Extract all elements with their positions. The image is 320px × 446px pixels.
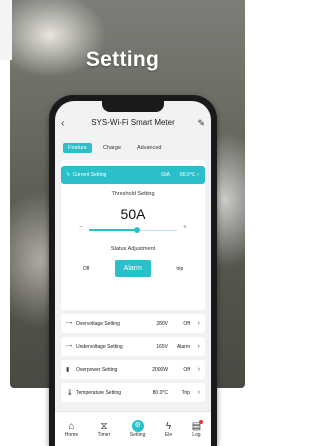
list-item-overvoltage[interactable]: ⤏ Overvoltage Setting 280V Off › xyxy=(61,314,205,333)
notification-dot xyxy=(199,419,204,424)
status-trip-button[interactable]: trip xyxy=(170,263,189,275)
row-label: Temperature Setting xyxy=(76,389,122,396)
plus-icon[interactable]: + xyxy=(183,224,187,231)
tab-charge[interactable]: Charge xyxy=(98,143,126,153)
nav-setting[interactable]: ⚙ Setting xyxy=(129,420,146,438)
nav-label: Setting xyxy=(129,432,146,438)
phone-notch xyxy=(102,101,164,112)
hourglass-icon: ⧖ xyxy=(100,420,108,432)
app-header: ‹ SYS-Wi-Fi Smart Meter ✎ xyxy=(55,118,211,134)
bottom-nav: ⌂ Home ⧖ Timer ⚙ Setting ϟ Ele ▤ Log xyxy=(55,411,211,446)
settings-list: ⤏ Overvoltage Setting 280V Off › ⤏ Under… xyxy=(61,314,205,406)
nav-home[interactable]: ⌂ Home xyxy=(65,421,78,438)
threshold-slider[interactable]: − + xyxy=(79,224,187,236)
current-setting-temp: 80.0℃ xyxy=(179,172,196,178)
list-item-temperature[interactable]: 🌡 Temperature Setting 80.0°C Trip › xyxy=(61,383,205,402)
row-label: Overvoltage Setting xyxy=(76,320,120,327)
chevron-right-icon: › xyxy=(197,389,200,396)
current-setting-label: Current Setting xyxy=(72,172,107,178)
minus-icon[interactable]: − xyxy=(79,224,83,231)
nav-label: Log xyxy=(192,431,201,438)
chevron-right-icon: › xyxy=(197,366,200,373)
threshold-title: Threshold Setting xyxy=(111,191,155,197)
home-icon: ⌂ xyxy=(68,420,75,432)
slider-fill xyxy=(89,229,138,231)
phone-screen: ‹ SYS-Wi-Fi Smart Meter ✎ Feature Charge… xyxy=(55,101,211,446)
hero-title: Setting xyxy=(85,48,160,71)
row-label: Undervoltage Setting xyxy=(76,343,123,350)
threshold-value: 50A xyxy=(120,206,146,222)
tab-bar: Feature Charge Advanced xyxy=(63,143,166,153)
row-state: Trip xyxy=(181,389,190,396)
tab-feature[interactable]: Feature xyxy=(63,143,92,153)
list-item-undervoltage[interactable]: ⤏ Undervoltage Setting 165V Alarm › xyxy=(61,337,205,356)
nav-ele[interactable]: ϟ Ele xyxy=(165,421,172,438)
status-options: Off Alarm trip xyxy=(61,260,205,277)
row-state: Off xyxy=(183,366,190,373)
row-value: 2000W xyxy=(152,366,168,373)
nav-log[interactable]: ▤ Log xyxy=(192,419,204,438)
nav-label: Ele xyxy=(164,431,173,438)
tab-advanced[interactable]: Advanced xyxy=(132,143,166,153)
current-card: ϟ Current Setting 50A 80.0℃ › Threshold … xyxy=(61,160,205,310)
row-value: 80.0°C xyxy=(152,389,168,396)
gear-icon: ⚙ xyxy=(131,420,144,432)
row-state: Alarm xyxy=(176,343,190,350)
back-icon[interactable]: ‹ xyxy=(61,118,64,129)
nav-label: Home xyxy=(64,431,79,438)
status-alarm-button[interactable]: Alarm xyxy=(114,260,151,277)
bars-icon: ▮ xyxy=(66,367,70,373)
phone-mockup: ‹ SYS-Wi-Fi Smart Meter ✎ Feature Charge… xyxy=(49,95,217,446)
row-value: 280V xyxy=(156,320,168,327)
nav-timer[interactable]: ⧖ Timer xyxy=(98,421,111,438)
chevron-right-icon: › xyxy=(197,320,200,327)
edit-icon[interactable]: ✎ xyxy=(197,118,205,129)
chevron-right-icon: › xyxy=(197,343,200,350)
list-item-overpower[interactable]: ▮ Overpower Setting 2000W Off › xyxy=(61,360,205,379)
row-label: Overpower Setting xyxy=(76,366,118,373)
row-value: 165V xyxy=(156,343,168,350)
current-setting-bar[interactable]: ϟ Current Setting 50A 80.0℃ › xyxy=(61,166,205,184)
row-state: Off xyxy=(183,320,190,327)
status-title: Status Adjustment xyxy=(110,246,156,252)
lightning-arrow-icon: ⤏ xyxy=(66,320,73,326)
current-setting-value: 50A xyxy=(161,172,170,178)
lightning-icon: ϟ xyxy=(165,420,172,432)
lightning-icon: ϟ xyxy=(67,172,70,178)
nav-label: Timer xyxy=(97,431,111,438)
status-off-button[interactable]: Off xyxy=(77,263,96,275)
slider-knob[interactable] xyxy=(134,227,141,233)
lightning-arrow-icon: ⤏ xyxy=(66,343,73,349)
app-title: SYS-Wi-Fi Smart Meter xyxy=(91,118,175,127)
chevron-right-icon: › xyxy=(197,172,199,178)
thermometer-icon: 🌡 xyxy=(66,390,74,396)
